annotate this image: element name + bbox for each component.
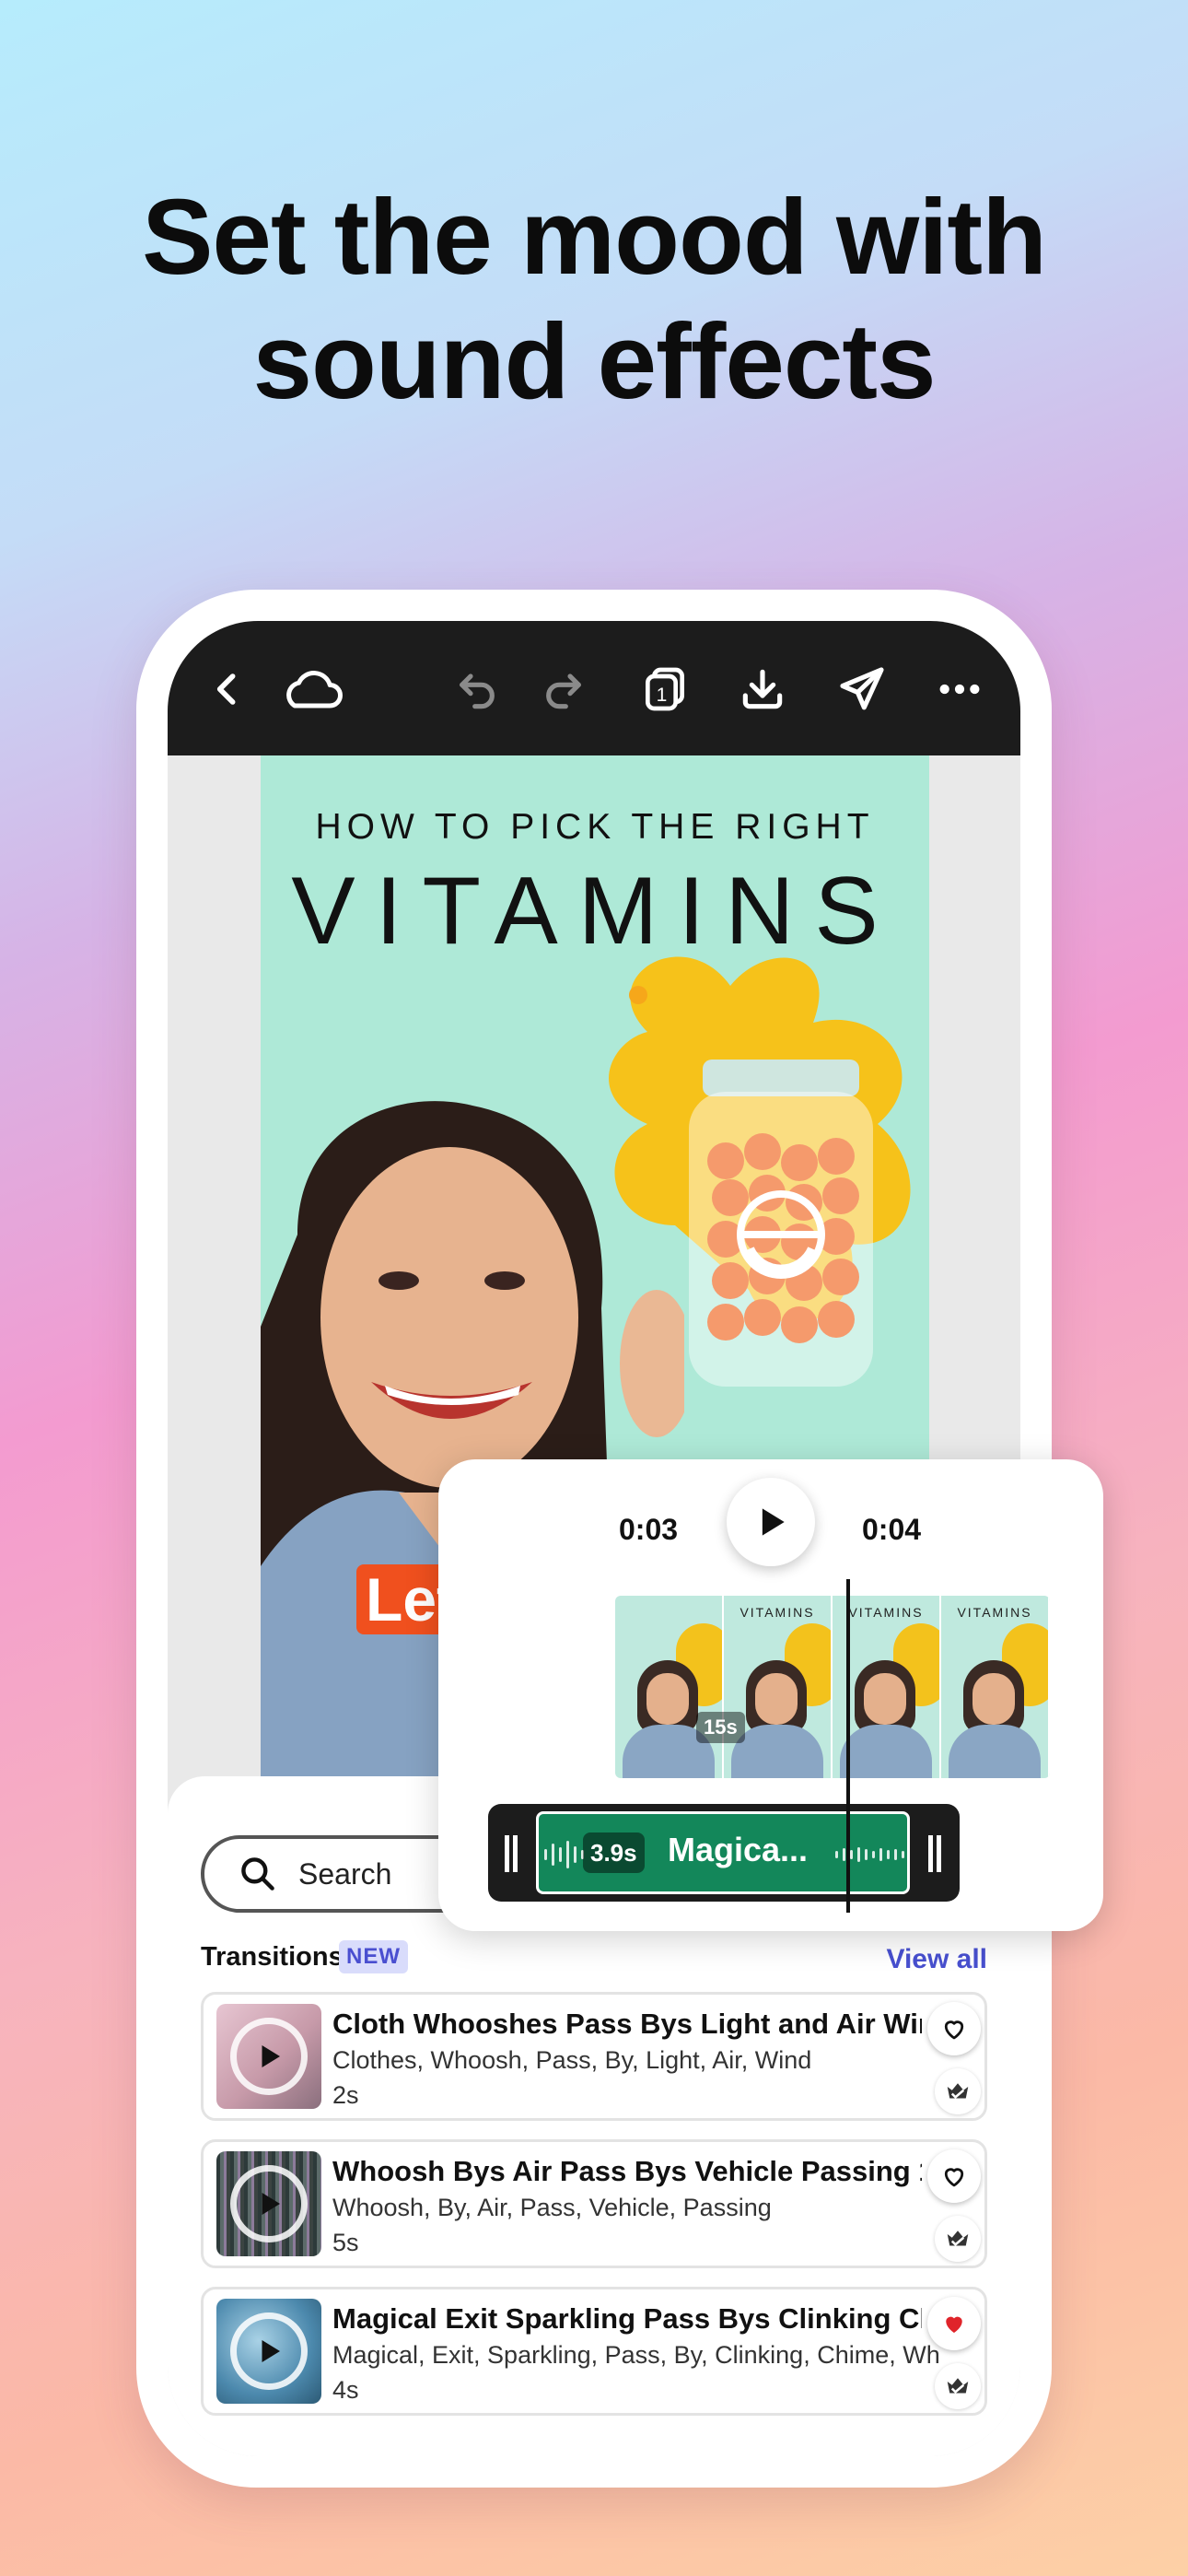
- sound-title: Cloth Whooshes Pass Bys Light and Air Wi…: [332, 2008, 922, 2040]
- waveform: [544, 1834, 584, 1875]
- video-clip-strip[interactable]: VITAMINS VITAMINS VITAMINS 15s: [615, 1596, 1050, 1778]
- play-icon[interactable]: [230, 2018, 308, 2095]
- sound-duration: 4s: [332, 2376, 359, 2404]
- sound-tags: Magical, Exit, Sparkling, Pass, By, Clin…: [332, 2341, 940, 2369]
- audio-duration-badge: 3.9s: [583, 1832, 645, 1873]
- play-button[interactable]: [727, 1478, 815, 1566]
- premium-crown-icon: [935, 2216, 981, 2262]
- redo-icon[interactable]: [536, 662, 591, 717]
- pages-icon[interactable]: 1: [637, 662, 693, 717]
- sound-tags: Whoosh, By, Air, Pass, Vehicle, Passing: [332, 2194, 772, 2221]
- undo-icon[interactable]: [449, 662, 505, 717]
- time-left: 0:03: [619, 1513, 679, 1546]
- view-all-link[interactable]: View all: [886, 1944, 987, 1975]
- play-icon: [762, 1508, 785, 1536]
- play-icon[interactable]: [230, 2165, 308, 2242]
- heart-filled-icon[interactable]: [927, 2297, 981, 2350]
- sound-tags: Clothes, Whoosh, Pass, By, Light, Air, W…: [332, 2046, 812, 2074]
- premium-crown-icon: [935, 2363, 981, 2409]
- section-title: Transitions: [201, 1942, 344, 1972]
- pages-count: 1: [657, 685, 668, 706]
- sound-item[interactable]: Magical Exit Sparkling Pass Bys Clinking…: [201, 2287, 987, 2416]
- audio-track[interactable]: 3.9s Magica...: [488, 1804, 960, 1902]
- sound-title: Magical Exit Sparkling Pass Bys Clinking…: [332, 2302, 922, 2335]
- cloud-icon[interactable]: [276, 662, 346, 717]
- sound-duration: 5s: [332, 2229, 359, 2256]
- video-frame: VITAMINS: [941, 1596, 1050, 1778]
- play-icon[interactable]: [230, 2313, 308, 2390]
- video-frame: VITAMINS: [724, 1596, 833, 1778]
- send-icon[interactable]: [834, 662, 890, 717]
- trim-handle-right[interactable]: [928, 1835, 941, 1872]
- headline: Set the mood with sound effects: [0, 175, 1188, 424]
- search-placeholder: Search: [298, 1856, 392, 1891]
- heart-icon[interactable]: [927, 2002, 981, 2055]
- sound-item[interactable]: Whoosh Bys Air Pass Bys Vehicle Passing …: [201, 2139, 987, 2268]
- poster-subtitle: HOW TO PICK THE RIGHT: [315, 807, 875, 847]
- audio-clip[interactable]: 3.9s Magica...: [536, 1811, 910, 1894]
- trim-handle-left[interactable]: [505, 1835, 518, 1872]
- sound-thumbnail: [216, 2151, 321, 2256]
- playhead[interactable]: [846, 1579, 850, 1913]
- sound-title: Whoosh Bys Air Pass Bys Vehicle Passing …: [332, 2155, 922, 2187]
- sound-thumbnail: [216, 2299, 321, 2404]
- premium-crown-icon: [935, 2068, 981, 2114]
- headline-line-1: Set the mood with: [142, 177, 1047, 297]
- sound-thumbnail: [216, 2004, 321, 2109]
- video-frame: [615, 1596, 724, 1778]
- new-badge: NEW: [339, 1940, 408, 1973]
- search-icon: [241, 1857, 274, 1891]
- sound-item[interactable]: Cloth Whooshes Pass Bys Light and Air Wi…: [201, 1992, 987, 2121]
- audio-clip-name: Magica...: [668, 1831, 809, 1868]
- timeline-card: 0:03 0:04 VITAMINS VITAMINS VITAMINS 15s…: [438, 1459, 1103, 1931]
- clip-duration-badge: 15s: [696, 1712, 745, 1743]
- top-toolbar: 1: [168, 621, 1020, 755]
- more-icon[interactable]: [932, 662, 987, 717]
- chevron-left-icon[interactable]: [201, 662, 256, 717]
- time-right: 0:04: [862, 1513, 922, 1546]
- heart-icon[interactable]: [927, 2149, 981, 2203]
- download-icon[interactable]: [735, 662, 790, 717]
- sound-duration: 2s: [332, 2081, 359, 2109]
- headline-line-2: sound effects: [252, 301, 936, 421]
